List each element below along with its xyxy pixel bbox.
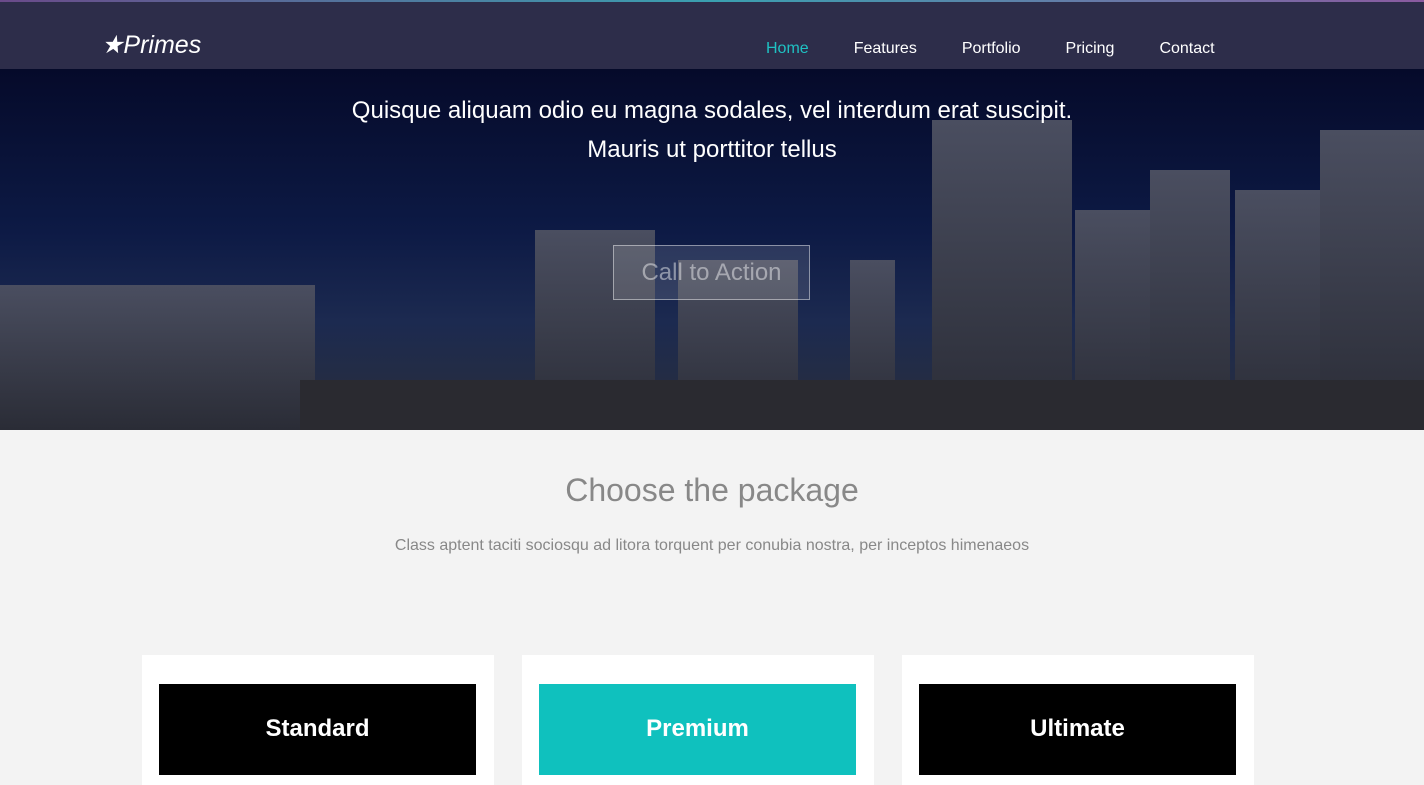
logo[interactable]: ★Primes (101, 30, 201, 60)
hero-section: Quisque aliquam odio eu magna sodales, v… (0, 69, 1424, 430)
package-card-standard: Standard (142, 655, 494, 785)
nav-portfolio[interactable]: Portfolio (962, 40, 1021, 58)
hero-heading: Quisque aliquam odio eu magna sodales, v… (351, 97, 1073, 163)
pricing-subtitle: Class aptent taciti sociosqu ad litora t… (394, 537, 1030, 554)
package-header: Standard (159, 684, 476, 775)
package-card-premium: Premium (522, 655, 874, 785)
package-card-ultimate: Ultimate (902, 655, 1254, 785)
package-header: Ultimate (919, 684, 1236, 775)
call-to-action-button[interactable]: Call to Action (613, 245, 810, 300)
package-header: Premium (539, 684, 856, 775)
navbar: ★Primes Home Features Portfolio Pricing … (0, 2, 1424, 69)
nav-contact[interactable]: Contact (1159, 40, 1214, 58)
nav-menu: Home Features Portfolio Pricing Contact (766, 40, 1260, 58)
nav-home[interactable]: Home (766, 40, 809, 58)
pricing-title: Choose the package (565, 472, 859, 508)
nav-features[interactable]: Features (854, 40, 917, 58)
nav-pricing[interactable]: Pricing (1066, 40, 1115, 58)
